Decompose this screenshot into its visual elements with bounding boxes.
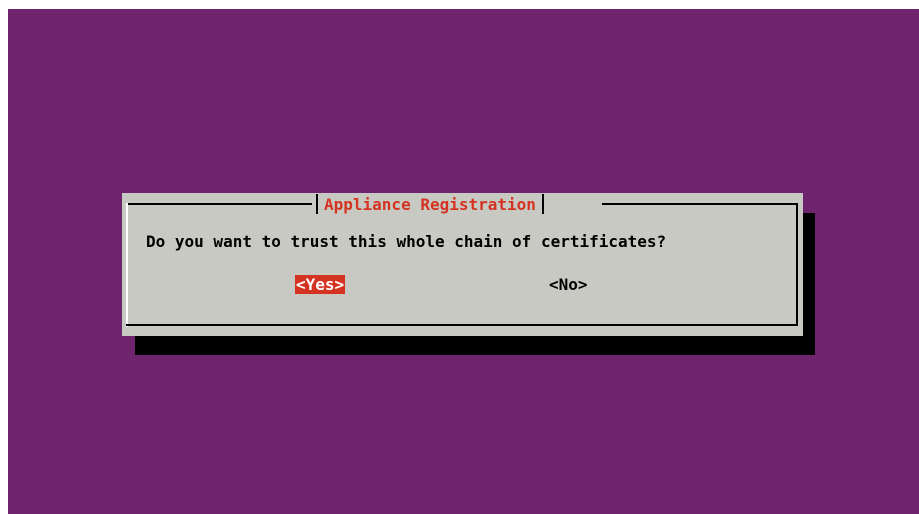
dialog-title-area: Appliance Registration: [310, 193, 550, 215]
no-button[interactable]: <No>: [549, 275, 588, 294]
dialog-box: Appliance Registration Do you want to tr…: [122, 193, 803, 336]
dialog-question: Do you want to trust this whole chain of…: [146, 232, 667, 251]
dialog-frame-top-right: [602, 203, 797, 205]
title-left-bracket: [316, 194, 318, 214]
dialog-frame-bottom: [126, 324, 798, 326]
dialog-frame-left: [126, 203, 128, 327]
yes-button[interactable]: <Yes>: [295, 275, 346, 294]
title-right-bracket: [541, 194, 544, 214]
dialog-title: Appliance Registration: [324, 194, 536, 214]
dialog-frame-top-left: [128, 203, 312, 205]
dialog-frame-right: [796, 203, 798, 326]
